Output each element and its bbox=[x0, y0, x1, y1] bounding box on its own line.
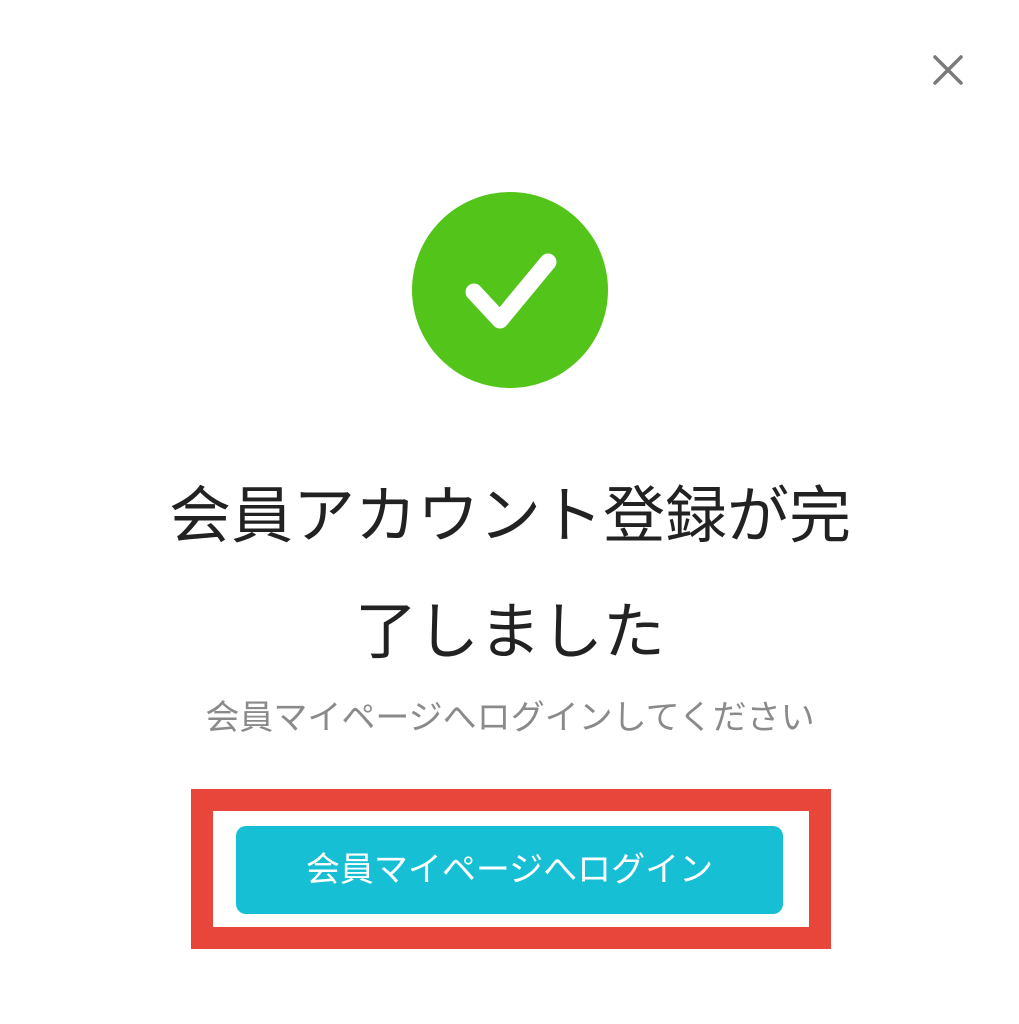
close-button[interactable] bbox=[924, 46, 972, 94]
completion-subtitle: 会員マイページへログインしてください bbox=[205, 698, 815, 738]
close-icon bbox=[933, 55, 963, 85]
completion-title-line-1: 会員アカウント登録が完 bbox=[168, 479, 851, 552]
login-mypage-button[interactable]: 会員マイページへログイン bbox=[236, 826, 783, 914]
success-badge bbox=[412, 192, 608, 388]
completion-title: 会員アカウント登録が完 了しました bbox=[60, 458, 960, 690]
completion-title-line-2: 了しました bbox=[354, 595, 665, 668]
check-icon bbox=[465, 253, 557, 329]
